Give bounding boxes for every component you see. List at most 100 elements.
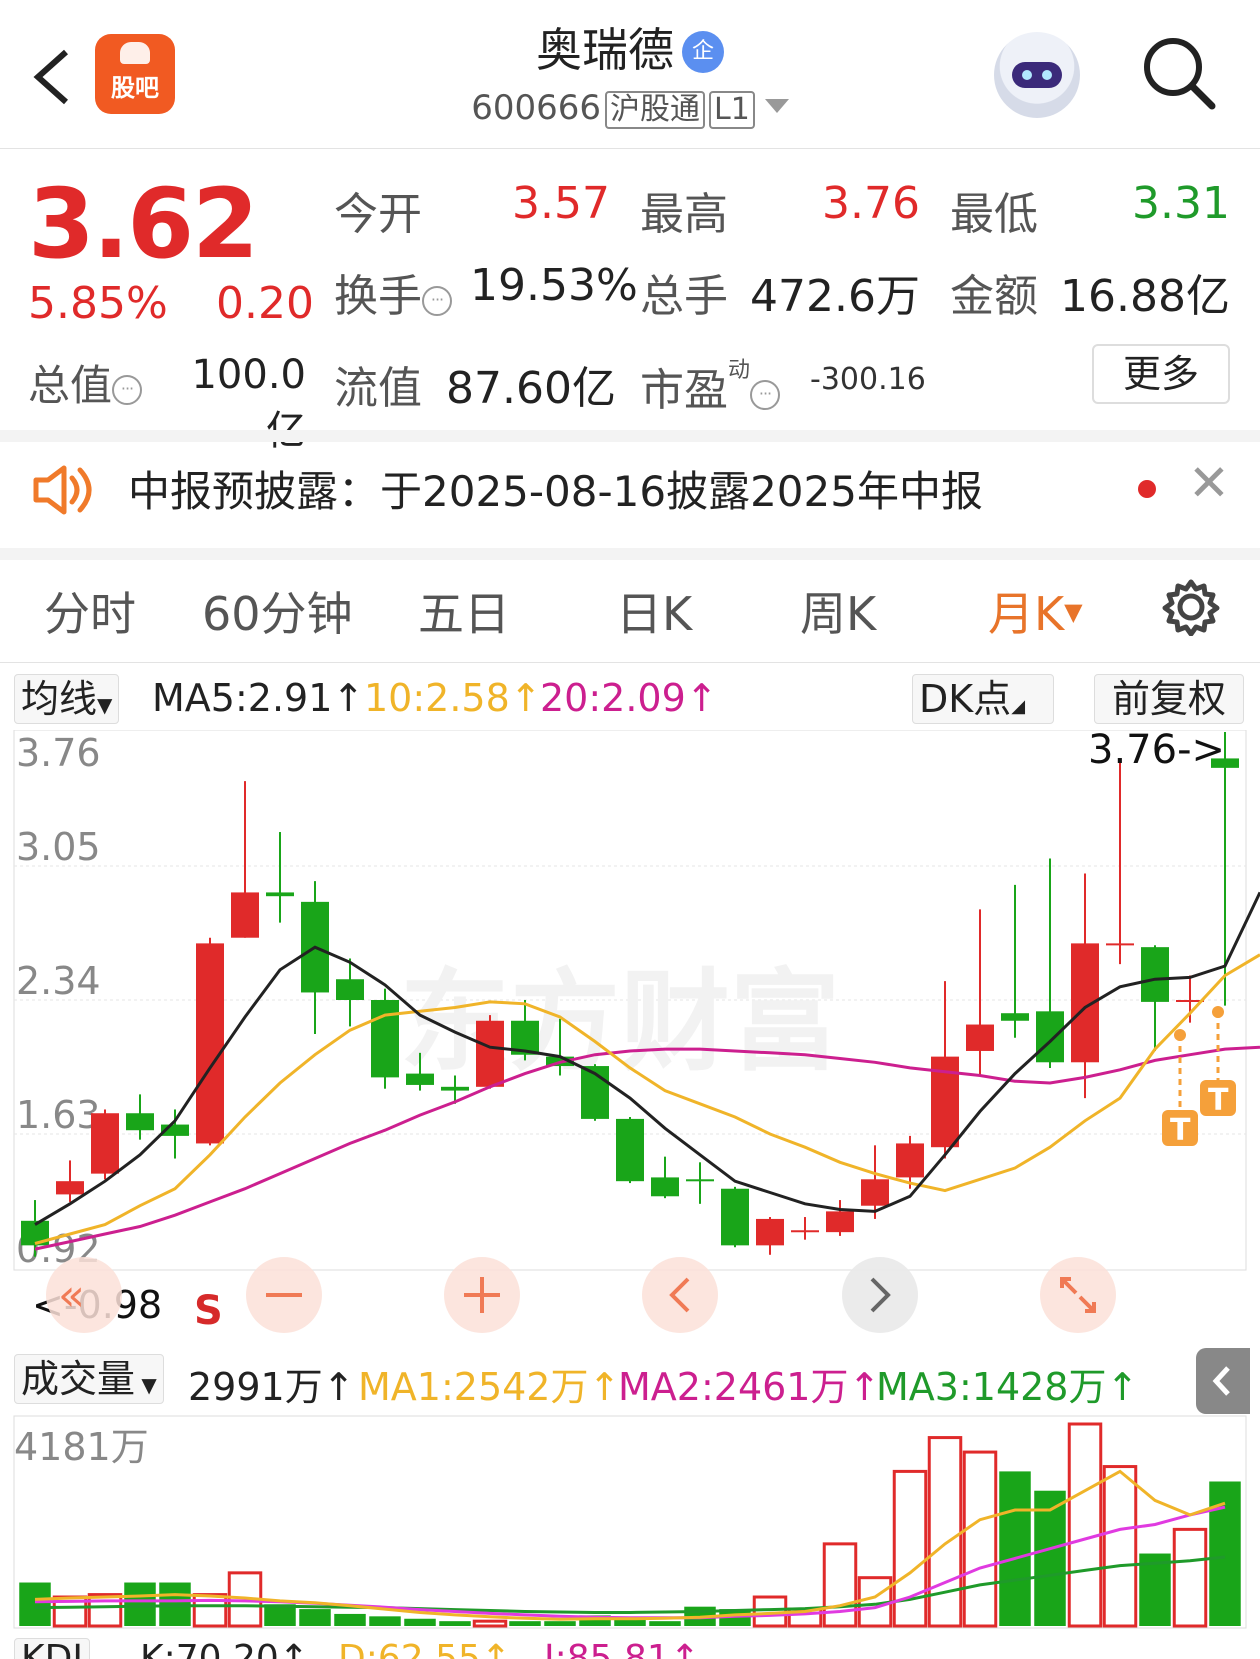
volume-bar	[509, 1621, 541, 1626]
stock-code: 600666	[471, 88, 601, 128]
tag-hk-connect: 沪股通	[604, 91, 705, 129]
volume-bar	[124, 1582, 156, 1626]
t-marker-dot	[1212, 1006, 1224, 1018]
stat-low-label: 最低	[950, 189, 1038, 240]
candle-body	[966, 1024, 994, 1051]
notice-text[interactable]: 中报预披露：于2025-08-16披露2025年中报	[128, 458, 983, 519]
stat-float-value: 87.60亿	[446, 363, 616, 414]
watermark: 东方财富	[400, 958, 840, 1086]
pe-superscript: 动	[728, 358, 751, 383]
y-tick-label: 3.05	[16, 825, 101, 869]
candle-body	[826, 1211, 854, 1233]
legend-ma20: 20:2.09↑	[540, 676, 718, 720]
high-marker: 3.76->	[1088, 730, 1225, 773]
volume-bar	[369, 1616, 401, 1626]
candle-body	[231, 892, 259, 938]
fast-back-button[interactable]: «	[46, 1257, 122, 1333]
volume-bar	[927, 1436, 963, 1628]
kline-chart[interactable]: 3.763.052.341.630.92 东方财富 3.76-> <-0.98 …	[0, 730, 1260, 1350]
legend-vma1: MA1:2542万↑	[358, 1365, 621, 1409]
tag-level: L1	[708, 91, 755, 129]
stat-mcap-label[interactable]: 总值 ···	[28, 352, 143, 413]
fullscreen-button[interactable]	[1040, 1257, 1116, 1333]
dk-point-button[interactable]: DK点◢	[912, 674, 1054, 724]
candle-body	[896, 1143, 924, 1178]
candle-body	[756, 1218, 784, 1246]
volume-bar	[1172, 1527, 1208, 1628]
volume-bar	[19, 1582, 51, 1626]
info-icon: ···	[422, 286, 452, 316]
volume-bar	[962, 1450, 998, 1628]
stat-volume-label: 总手	[640, 271, 728, 322]
stock-name: 奥瑞德	[536, 23, 674, 77]
volume-chart[interactable]: 4181万	[0, 1414, 1260, 1634]
stat-open-value: 3.57	[512, 178, 610, 229]
dropdown-caret-icon: ▼	[97, 693, 113, 717]
candle-body	[791, 1230, 819, 1233]
zoom-out-button[interactable]	[246, 1257, 322, 1333]
stat-turnover-label[interactable]: 换手 ···	[334, 260, 452, 324]
volume-bar	[299, 1609, 331, 1626]
volume-axis-label: 4181万	[14, 1425, 149, 1469]
candle-body	[1141, 947, 1169, 1002]
more-button[interactable]: 更多	[1092, 344, 1230, 404]
candle-body	[266, 892, 294, 897]
search-button[interactable]	[1140, 34, 1218, 112]
y-tick-label: 2.34	[16, 959, 101, 1003]
change-percent: 5.85%	[28, 278, 168, 329]
stat-pe-label[interactable]: 市盈动···	[640, 352, 781, 418]
scroll-right-button[interactable]	[842, 1257, 918, 1333]
volume-bar	[404, 1618, 436, 1626]
candle-body	[651, 1177, 679, 1197]
volume-dropdown[interactable]: 成交量 ▼	[14, 1354, 164, 1404]
candle-body	[91, 1113, 119, 1174]
unread-dot	[1138, 480, 1156, 498]
legend-d: D:62.55↑	[338, 1638, 512, 1659]
stat-amount-label: 金额	[950, 271, 1038, 322]
candle-body	[336, 979, 364, 1000]
candle-body	[441, 1086, 469, 1091]
stat-pe-value: -300.16	[810, 362, 926, 397]
change-amount: 0.20	[216, 278, 314, 329]
candle-body	[476, 1020, 504, 1087]
scroll-left-button[interactable]	[642, 1257, 718, 1333]
gear-icon	[1162, 579, 1220, 637]
candle-body	[1106, 943, 1134, 946]
volume-bar	[472, 1619, 508, 1628]
assistant-robot-icon[interactable]	[994, 32, 1080, 118]
chart-settings-button[interactable]	[1162, 578, 1220, 637]
info-icon: ···	[112, 375, 143, 405]
ma-dropdown[interactable]: 均线▼	[14, 674, 120, 724]
tab-weekly[interactable]: 周K	[800, 578, 876, 644]
kdj-dropdown[interactable]: KDJ	[14, 1638, 90, 1659]
corner-caret-icon: ◢	[1011, 696, 1026, 717]
legend-vol: 2991万↑	[188, 1365, 355, 1409]
tab-intraday[interactable]: 分时	[44, 578, 136, 644]
tab-5day[interactable]: 五日	[418, 578, 510, 644]
close-notice-icon[interactable]: ✕	[1188, 458, 1230, 508]
volume-bar	[87, 1593, 123, 1628]
volume-bar	[1102, 1465, 1138, 1628]
legend-vma3: MA3:1428万↑	[876, 1365, 1139, 1409]
legend-vma2: MA2:2461万↑	[618, 1365, 881, 1409]
candle-body	[1036, 1011, 1064, 1063]
y-tick-label: 1.63	[16, 1093, 101, 1137]
zoom-in-button[interactable]	[444, 1257, 520, 1333]
collapse-panel-button[interactable]	[1196, 1348, 1250, 1414]
candle-body	[126, 1113, 154, 1131]
candle-body	[861, 1179, 889, 1206]
volume-bar	[544, 1621, 576, 1626]
volume-bar	[1209, 1481, 1241, 1626]
tab-monthly[interactable]: 月K▼	[988, 578, 1083, 644]
adjust-button[interactable]: 前复权	[1094, 674, 1244, 724]
volume-bar	[439, 1621, 471, 1626]
tab-60min[interactable]: 60分钟	[202, 578, 353, 644]
volume-bar	[892, 1469, 928, 1628]
info-icon: ···	[750, 380, 781, 410]
stat-high-value: 3.76	[822, 178, 920, 229]
legend-j: J:85.81↑	[544, 1638, 700, 1659]
dropdown-caret-icon: ▼	[135, 1373, 157, 1397]
tab-daily[interactable]: 日K	[616, 578, 692, 644]
candle-body	[721, 1188, 749, 1246]
dropdown-caret-icon	[764, 99, 789, 113]
